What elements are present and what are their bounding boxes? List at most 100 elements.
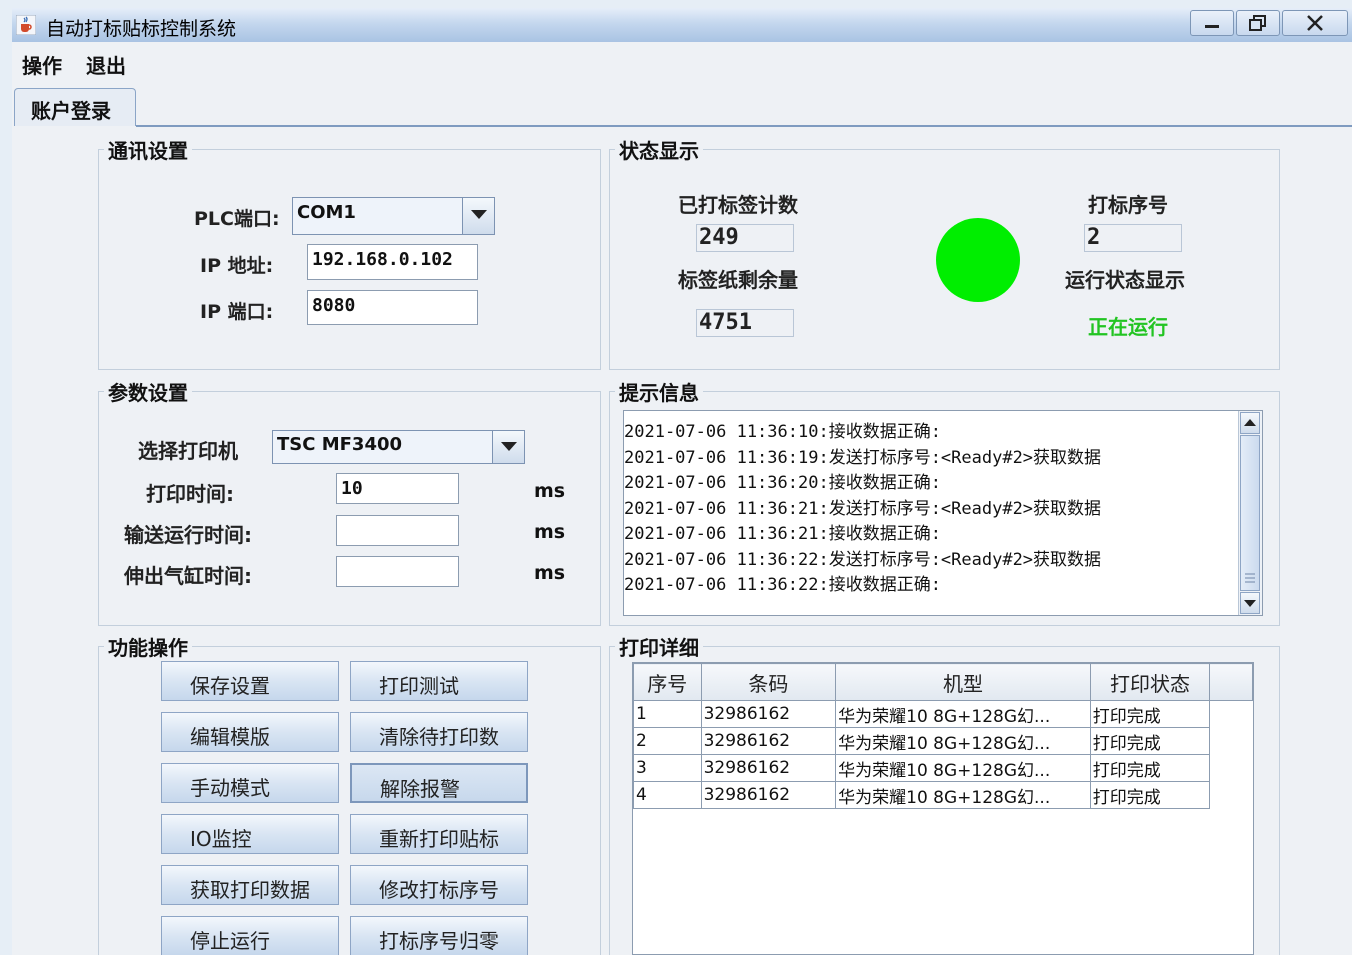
convey-time-field[interactable] <box>336 515 459 546</box>
chevron-down-icon <box>1244 600 1256 607</box>
message-log[interactable]: 2021-07-06 11:36:10:接收数据正确: 2021-07-06 1… <box>623 410 1263 616</box>
log-line: 2021-07-06 11:36:22:接收数据正确: <box>624 575 941 595</box>
scroll-up-button[interactable] <box>1240 412 1260 434</box>
printer-label: 选择打印机 <box>138 439 238 463</box>
remaining-value: 4751 <box>696 309 794 337</box>
table-row[interactable]: 4 32986162 华为荣耀10 8G+128G幻... 打印完成 <box>633 781 1253 809</box>
column-header-model[interactable]: 机型 <box>835 663 1091 701</box>
plc-port-label: PLC端口: <box>194 208 280 230</box>
table-row[interactable]: 1 32986162 华为荣耀10 8G+128G幻... 打印完成 <box>633 700 1253 728</box>
remaining-label: 标签纸剩余量 <box>678 268 798 292</box>
messages-title: 提示信息 <box>615 377 703 406</box>
menu-operate[interactable]: 操作 <box>22 50 62 79</box>
reprint-label-button[interactable]: 重新打印贴标 <box>350 814 528 854</box>
comm-settings-title: 通讯设置 <box>104 135 192 164</box>
column-header-filler <box>1209 663 1253 701</box>
print-details-title: 打印详细 <box>615 632 703 661</box>
cylinder-time-field[interactable] <box>336 556 459 587</box>
java-cup-icon <box>16 15 36 35</box>
convey-time-unit: ms <box>534 521 566 543</box>
close-button[interactable] <box>1282 10 1348 36</box>
minimize-icon <box>1205 25 1219 28</box>
scroll-down-button[interactable] <box>1240 592 1260 614</box>
cell-index: 1 <box>633 700 702 728</box>
cylinder-time-unit: ms <box>534 562 566 584</box>
table-row[interactable]: 3 32986162 华为荣耀10 8G+128G幻... 打印完成 <box>633 754 1253 782</box>
cell-status: 打印完成 <box>1089 700 1211 728</box>
printed-count-label: 已打标签计数 <box>678 193 798 217</box>
log-line: 2021-07-06 11:36:21:接收数据正确: <box>624 524 941 544</box>
convey-time-label: 输送运行时间: <box>124 523 252 547</box>
cell-index: 2 <box>633 727 702 755</box>
column-header-status[interactable]: 打印状态 <box>1089 663 1211 701</box>
cell-model: 华为荣耀10 8G+128G幻... <box>835 781 1091 809</box>
params-title: 参数设置 <box>104 377 192 406</box>
running-indicator-icon <box>936 218 1020 302</box>
log-line: 2021-07-06 11:36:21:发送打标序号:<Ready#2>获取数据 <box>624 499 1102 519</box>
cell-barcode: 32986162 <box>700 754 837 782</box>
title-bar: 自动打标贴标控制系统 <box>12 8 1352 43</box>
cell-barcode: 32986162 <box>700 700 837 728</box>
stop-button[interactable]: 停止运行 <box>161 916 339 955</box>
run-status-label: 运行状态显示 <box>1065 268 1185 292</box>
cell-model: 华为荣耀10 8G+128G幻... <box>835 727 1091 755</box>
status-title: 状态显示 <box>615 135 703 164</box>
print-test-button[interactable]: 打印测试 <box>350 661 528 701</box>
grip-icon <box>1245 573 1255 583</box>
menu-exit[interactable]: 退出 <box>86 50 126 79</box>
column-header-barcode[interactable]: 条码 <box>700 663 837 701</box>
table-row[interactable]: 2 32986162 华为荣耀10 8G+128G幻... 打印完成 <box>633 727 1253 755</box>
tab-label: 账户登录 <box>31 99 111 123</box>
cell-model: 华为荣耀10 8G+128G幻... <box>835 754 1091 782</box>
log-line: 2021-07-06 11:36:22:发送打标序号:<Ready#2>获取数据 <box>624 550 1102 570</box>
ip-port-field[interactable]: 8080 <box>307 290 478 325</box>
print-time-label: 打印时间: <box>146 482 234 506</box>
ip-address-field[interactable]: 192.168.0.102 <box>307 244 478 280</box>
ip-address-label: IP 地址: <box>200 255 274 277</box>
cell-filler <box>1210 782 1253 809</box>
cylinder-time-label: 伸出气缸时间: <box>124 564 252 588</box>
edit-serial-button[interactable]: 修改打标序号 <box>350 865 528 905</box>
manual-mode-button[interactable]: 手动模式 <box>161 763 339 803</box>
log-line: 2021-07-06 11:36:19:发送打标序号:<Ready#2>获取数据 <box>624 448 1102 468</box>
cell-filler <box>1210 728 1253 755</box>
serial-value: 2 <box>1084 224 1182 252</box>
maximize-button[interactable] <box>1236 10 1280 36</box>
edit-template-button[interactable]: 编辑模版 <box>161 712 339 752</box>
fetch-print-data-button[interactable]: 获取打印数据 <box>161 865 339 905</box>
chevron-down-icon[interactable] <box>492 431 524 463</box>
message-scrollbar[interactable] <box>1238 411 1262 615</box>
functions-title: 功能操作 <box>104 632 192 661</box>
tab-account-login[interactable]: 账户登录 <box>14 88 136 126</box>
app-window: 自动打标贴标控制系统 操作 退出 账户登录 通讯设置 PLC端口: COM1 I… <box>12 8 1352 955</box>
log-line: 2021-07-06 11:36:20:接收数据正确: <box>624 473 941 493</box>
plc-port-select[interactable]: COM1 <box>292 197 495 235</box>
plc-port-value: COM1 <box>297 202 356 223</box>
log-line: 2021-07-06 11:36:10:接收数据正确: <box>624 422 941 442</box>
window-title: 自动打标贴标控制系统 <box>46 18 237 40</box>
params-group <box>98 391 601 626</box>
minimize-button[interactable] <box>1190 10 1234 36</box>
restore-icon <box>1249 15 1266 31</box>
clear-pending-button[interactable]: 清除待打印数 <box>350 712 528 752</box>
column-header-index[interactable]: 序号 <box>633 663 702 701</box>
chevron-down-icon[interactable] <box>462 198 494 234</box>
print-time-field[interactable]: 10 <box>336 473 459 504</box>
print-time-unit: ms <box>534 480 566 502</box>
cell-model: 华为荣耀10 8G+128G幻... <box>835 700 1091 728</box>
table-header-row: 序号 条码 机型 打印状态 <box>633 663 1253 701</box>
chevron-up-icon <box>1244 419 1256 426</box>
scroll-thumb[interactable] <box>1240 435 1260 591</box>
cell-barcode: 32986162 <box>700 727 837 755</box>
save-settings-button[interactable]: 保存设置 <box>161 661 339 701</box>
printer-select[interactable]: TSC MF3400 <box>272 430 525 464</box>
run-status-value: 正在运行 <box>1088 315 1168 339</box>
close-icon <box>1307 15 1323 31</box>
clear-alarm-button[interactable]: 解除报警 <box>350 763 528 803</box>
cell-filler <box>1210 755 1253 782</box>
menu-bar: 操作 退出 <box>12 42 1352 82</box>
io-monitor-button[interactable]: IO监控 <box>161 814 339 854</box>
print-details-table[interactable]: 序号 条码 机型 打印状态 1 32986162 华为荣耀10 8G+128G幻… <box>632 662 1254 955</box>
serial-label: 打标序号 <box>1088 193 1168 217</box>
reset-serial-button[interactable]: 打标序号归零 <box>350 916 528 955</box>
